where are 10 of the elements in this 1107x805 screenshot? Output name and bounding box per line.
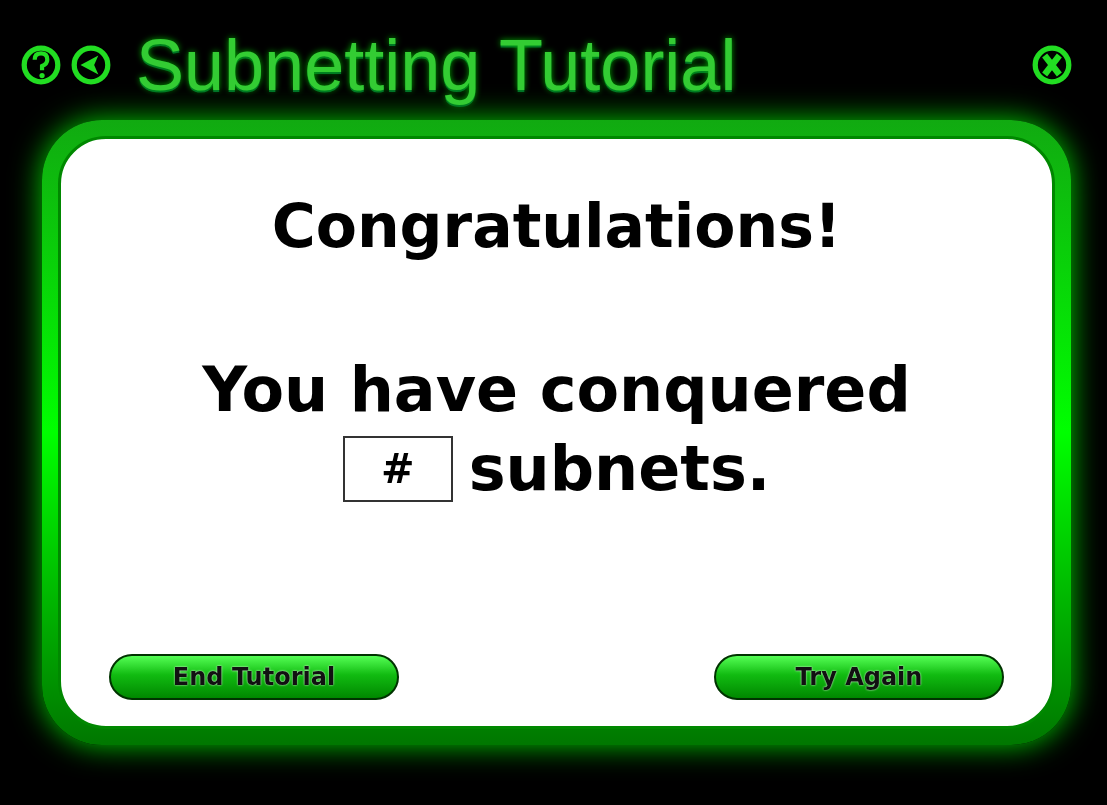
answer-box[interactable]: # xyxy=(342,435,453,502)
heading: Congratulations! xyxy=(271,191,842,261)
window-title: Subnetting Tutorial xyxy=(136,24,737,106)
action-button[interactable]: End Tutorial xyxy=(109,654,399,700)
help-icon[interactable] xyxy=(20,44,62,86)
action-button[interactable]: Try Again xyxy=(714,654,1004,700)
unit-label: subnets. xyxy=(468,432,771,505)
message: You have conquered xyxy=(202,353,911,426)
back-icon[interactable] xyxy=(70,44,112,86)
close-icon[interactable] xyxy=(1031,44,1073,86)
